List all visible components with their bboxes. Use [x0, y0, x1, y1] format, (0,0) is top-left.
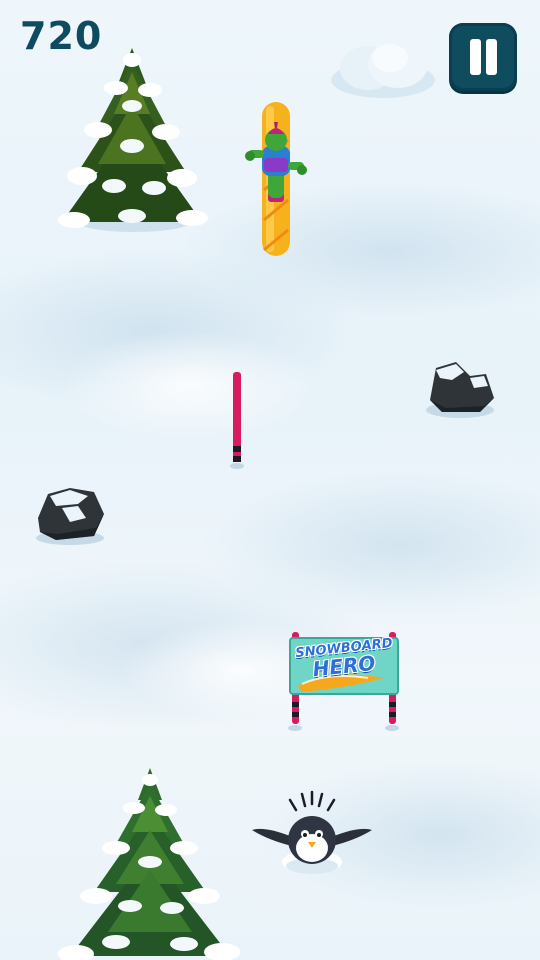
rock: [36, 488, 104, 545]
snowboard-hero-sign: SNOWBOARD HERO: [288, 628, 400, 732]
pine-tree: [58, 768, 240, 960]
pine-tree: [58, 48, 208, 232]
rock: [426, 362, 494, 418]
snowboarder: [245, 102, 307, 256]
penguin: [252, 790, 372, 874]
snow-drift: [180, 180, 540, 320]
sign-title: SNOWBOARD HERO: [292, 636, 396, 681]
snow-drift: [0, 250, 360, 410]
snow-drift: [200, 470, 540, 620]
snow-shine: [60, 330, 320, 440]
snow-cloud: [331, 40, 435, 98]
pause-button[interactable]: [449, 23, 517, 91]
gate-pole: [230, 372, 244, 469]
game-stage[interactable]: 720 SNOWBOARD HERO: [0, 0, 540, 960]
